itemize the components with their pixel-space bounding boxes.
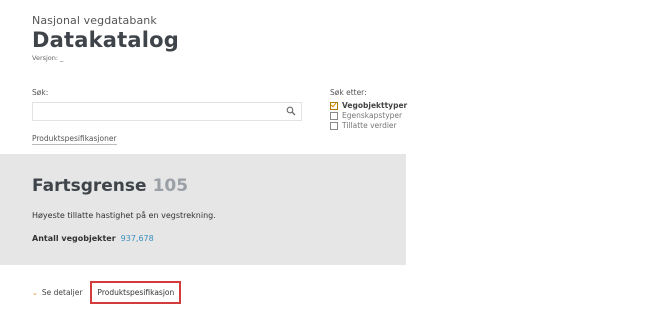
filter-item-label: Egenskapstyper bbox=[342, 111, 403, 120]
filter-section: Søk etter: Vegobjekttyper Egenskapstyper… bbox=[330, 88, 407, 131]
filter-egenskapstyper[interactable]: Egenskapstyper bbox=[330, 111, 407, 121]
checkbox-checked-icon[interactable] bbox=[330, 102, 338, 110]
filter-list: Vegobjekttyper Egenskapstyper Tillatte v… bbox=[330, 101, 407, 131]
search-label: Søk: bbox=[32, 88, 49, 97]
checkbox-icon[interactable] bbox=[330, 112, 338, 120]
object-type-panel: Fartsgrense 105 Høyeste tillatte hastighe… bbox=[0, 154, 406, 265]
page-title: Datakatalog bbox=[32, 28, 180, 52]
object-type-name: Fartsgrense bbox=[32, 176, 147, 196]
see-details-label: Se detaljer bbox=[41, 288, 83, 297]
search-section: Søk: Produktspesifikasjoner bbox=[32, 88, 302, 145]
filter-item-label: Tillatte verdier bbox=[342, 121, 397, 130]
object-count-row: Antall vegobjekter 937,678 bbox=[32, 234, 154, 243]
filter-vegobjekttyper[interactable]: Vegobjekttyper bbox=[330, 101, 407, 111]
search-icon[interactable] bbox=[286, 106, 296, 116]
filter-item-label: Vegobjekttyper bbox=[342, 101, 408, 110]
object-type-description: Høyeste tillatte hastighet på en vegstre… bbox=[32, 211, 216, 220]
filter-label: Søk etter: bbox=[330, 88, 367, 97]
version-label: Versjon: _ bbox=[32, 54, 64, 62]
bottom-actions: ⌄ Se detaljer Produktspesifikasjon bbox=[32, 281, 182, 304]
object-type-id: 105 bbox=[152, 176, 189, 196]
chevron-down-icon: ⌄ bbox=[32, 288, 38, 297]
object-count-link[interactable]: 937,678 bbox=[121, 234, 154, 243]
product-specifications-link[interactable]: Produktspesifikasjoner bbox=[32, 134, 117, 145]
page-header: Nasjonal vegdatabank Datakatalog Versjon… bbox=[32, 14, 179, 62]
app-subtitle: Nasjonal vegdatabank bbox=[32, 14, 157, 27]
search-input[interactable] bbox=[33, 108, 277, 123]
search-box[interactable] bbox=[32, 102, 302, 123]
filter-tillatte-verdier[interactable]: Tillatte verdier bbox=[330, 121, 407, 131]
see-details-toggle[interactable]: ⌄ Se detaljer bbox=[32, 288, 82, 297]
product-specification-button[interactable]: Produktspesifikasjon bbox=[90, 281, 182, 304]
object-type-title: Fartsgrense 105 bbox=[32, 176, 188, 196]
checkbox-icon[interactable] bbox=[330, 122, 338, 130]
object-count-label: Antall vegobjekter bbox=[32, 234, 116, 243]
